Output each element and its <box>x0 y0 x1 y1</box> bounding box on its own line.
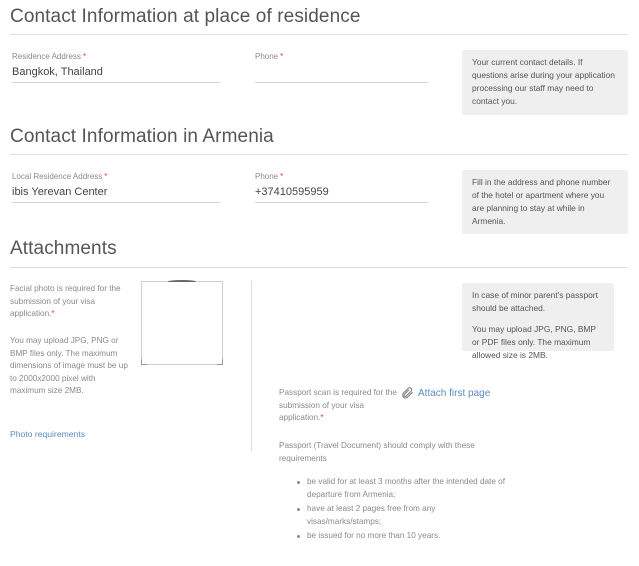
residence-phone-label: Phone * <box>255 52 284 61</box>
paperclip-icon <box>402 387 413 399</box>
residence-info-text: Your current contact details. If questio… <box>472 57 615 106</box>
residence-phone-underline <box>255 82 428 83</box>
residence-address-label: Residence Address * <box>12 52 87 61</box>
residence-address-underline <box>12 82 220 83</box>
attach-first-page-button[interactable]: Attach first page <box>400 386 490 400</box>
passport-requirement-item: be issued for no more than 10 years. <box>296 530 506 543</box>
residence-section-divider <box>10 34 628 35</box>
photo-frame-corner-left <box>141 359 147 365</box>
photo-upload-area[interactable] <box>141 280 223 365</box>
armenia-info-text: Fill in the address and phone number of … <box>472 177 611 226</box>
passport-requirement-item: have at least 2 pages free from any visa… <box>296 503 506 528</box>
residence-phone-input[interactable] <box>255 66 428 80</box>
residence-info-box: Your current contact details. If questio… <box>462 50 628 115</box>
residence-section-title: Contact Information at place of residenc… <box>10 6 361 27</box>
armenia-phone-underline <box>255 202 428 203</box>
attachments-section-divider <box>10 267 628 268</box>
armenia-info-box: Fill in the address and phone number of … <box>462 170 628 234</box>
visa-application-page: Contact Information at place of residenc… <box>0 0 639 566</box>
local-address-input[interactable]: ibis Yerevan Center <box>12 186 107 198</box>
photo-format-text: You may upload JPG, PNG or BMP files onl… <box>10 336 128 395</box>
passport-requirements-list: be valid for at least 3 months after the… <box>296 476 506 545</box>
local-address-label: Local Residence Address * <box>12 172 108 181</box>
passport-minor-info-text: In case of minor parent's passport shoul… <box>472 290 598 313</box>
local-address-underline <box>12 202 220 203</box>
armenia-phone-label: Phone * <box>255 172 284 181</box>
passport-comply-text: Passport (Travel Document) should comply… <box>279 441 475 463</box>
armenia-section-title: Contact Information in Armenia <box>10 126 274 147</box>
passport-info-box: In case of minor parent's passport shoul… <box>462 283 614 360</box>
residence-address-input[interactable]: Bangkok, Thailand <box>12 66 103 78</box>
photo-frame-top-mark <box>168 280 196 283</box>
photo-frame-corner-right <box>217 359 223 365</box>
photo-required-text: Facial photo is required for the submiss… <box>10 284 121 318</box>
passport-format-info-text: You may upload JPG, PNG, BMP or PDF file… <box>472 324 596 360</box>
armenia-section-divider <box>10 154 628 155</box>
passport-required-text: Passport scan is required for the submis… <box>279 388 397 422</box>
attach-first-page-label: Attach first page <box>418 387 491 399</box>
photo-requirements-link[interactable]: Photo requirements <box>10 429 85 439</box>
attachments-section-title: Attachments <box>10 238 117 259</box>
attachments-vertical-divider <box>251 281 252 451</box>
passport-requirement-item: be valid for at least 3 months after the… <box>296 476 506 501</box>
armenia-phone-input[interactable]: +37410595959 <box>255 186 329 198</box>
